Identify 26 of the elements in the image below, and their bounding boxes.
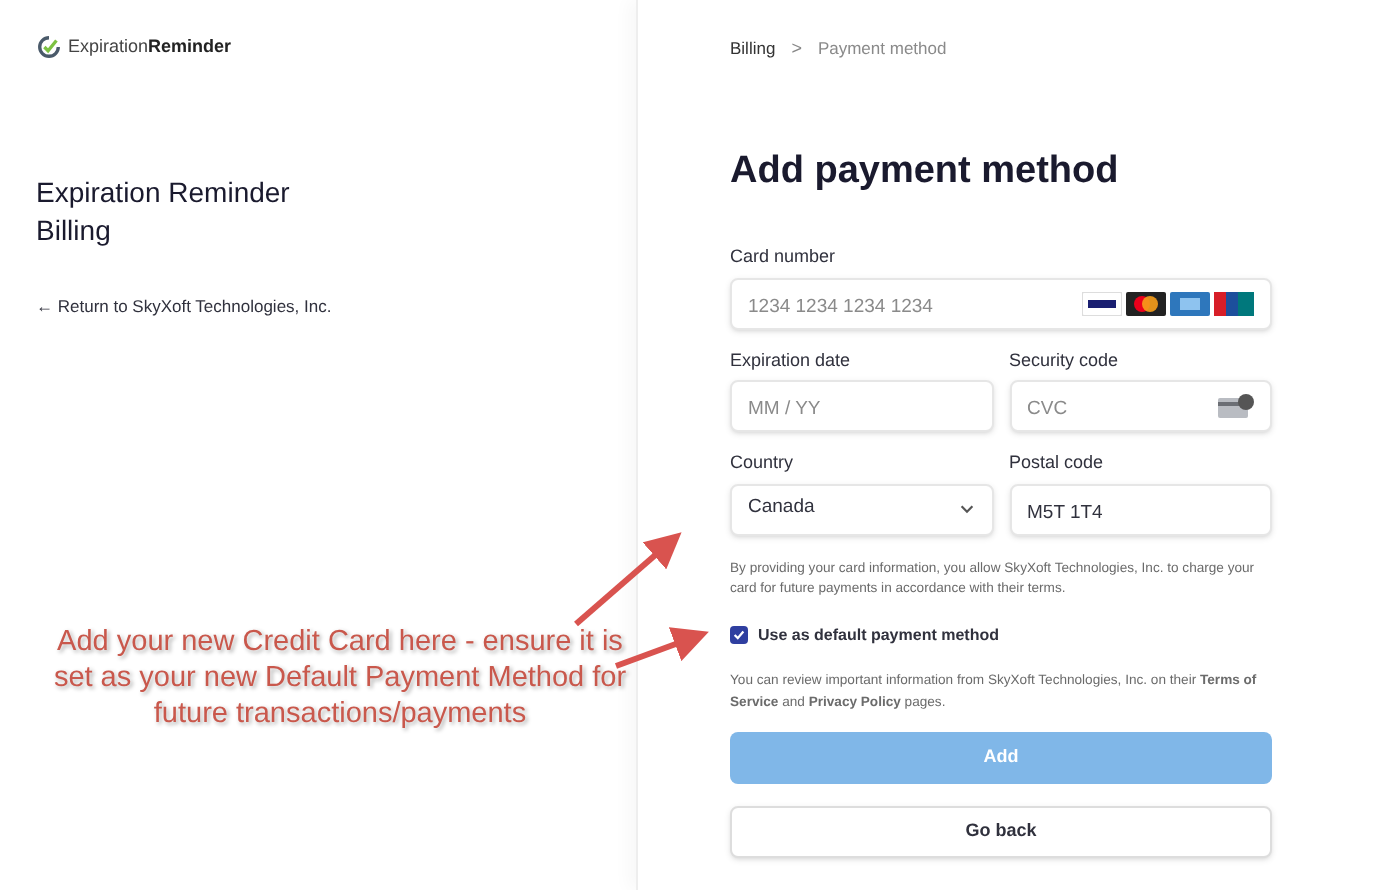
go-back-button[interactable]: Go back	[730, 805, 1272, 857]
mastercard-icon	[1126, 291, 1166, 315]
logo: ExpirationReminder	[36, 34, 600, 61]
cvc-card-icon	[1218, 394, 1254, 418]
input-field[interactable]: M5T 1T4	[1009, 483, 1272, 535]
return-link[interactable]: ← Return to SkyXoft Technologies, Inc.	[36, 293, 600, 319]
field-label: Postal code	[1009, 450, 1106, 476]
amex-card-icon	[1170, 291, 1210, 315]
sidebar-title: Expiration Reminder Billing	[36, 173, 292, 249]
visa-card-icon	[1082, 291, 1122, 315]
breadcrumb-separator: >	[791, 36, 802, 62]
unionpay-card-icon	[1214, 291, 1254, 315]
default-checkbox[interactable]	[730, 626, 748, 644]
check-circle-icon	[36, 34, 62, 61]
breadcrumb-item[interactable]: Billing	[730, 36, 776, 63]
field-label: Card number	[730, 244, 838, 270]
field-label: Country	[730, 450, 796, 476]
input-field[interactable]: MM / YY	[730, 380, 993, 432]
checkbox-label: Use as default payment method	[758, 623, 999, 647]
field-label: Security code	[1009, 347, 1121, 374]
country-select[interactable]: Canada	[730, 483, 993, 535]
page-heading: Add payment method	[730, 147, 1121, 195]
field-label: Expiration date	[730, 347, 853, 374]
annotation-text: Add your new Credit Card here - ensure it is set as your new Default Payment Method for future transactions/payments	[51, 624, 629, 732]
chevron-down-icon	[957, 500, 975, 518]
input-field[interactable]: CVC	[1009, 380, 1272, 432]
